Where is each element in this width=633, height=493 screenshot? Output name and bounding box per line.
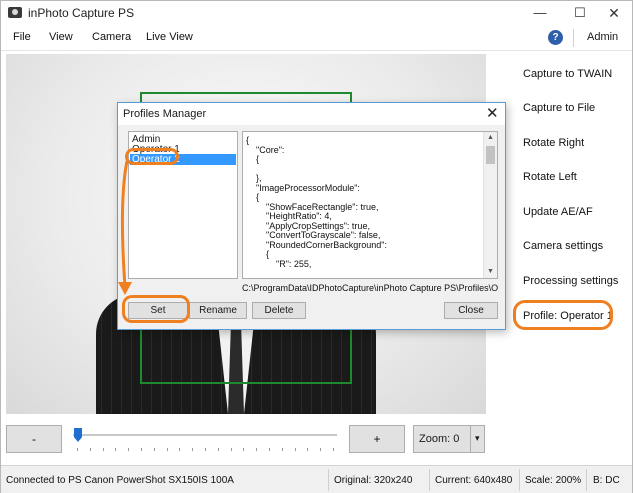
arrow-head [118,282,132,295]
annotation-arrow [118,160,132,295]
arrow-line [120,160,129,288]
app-window: inPhoto Capture PS — ☐ ✕ File View Camer… [0,0,633,493]
